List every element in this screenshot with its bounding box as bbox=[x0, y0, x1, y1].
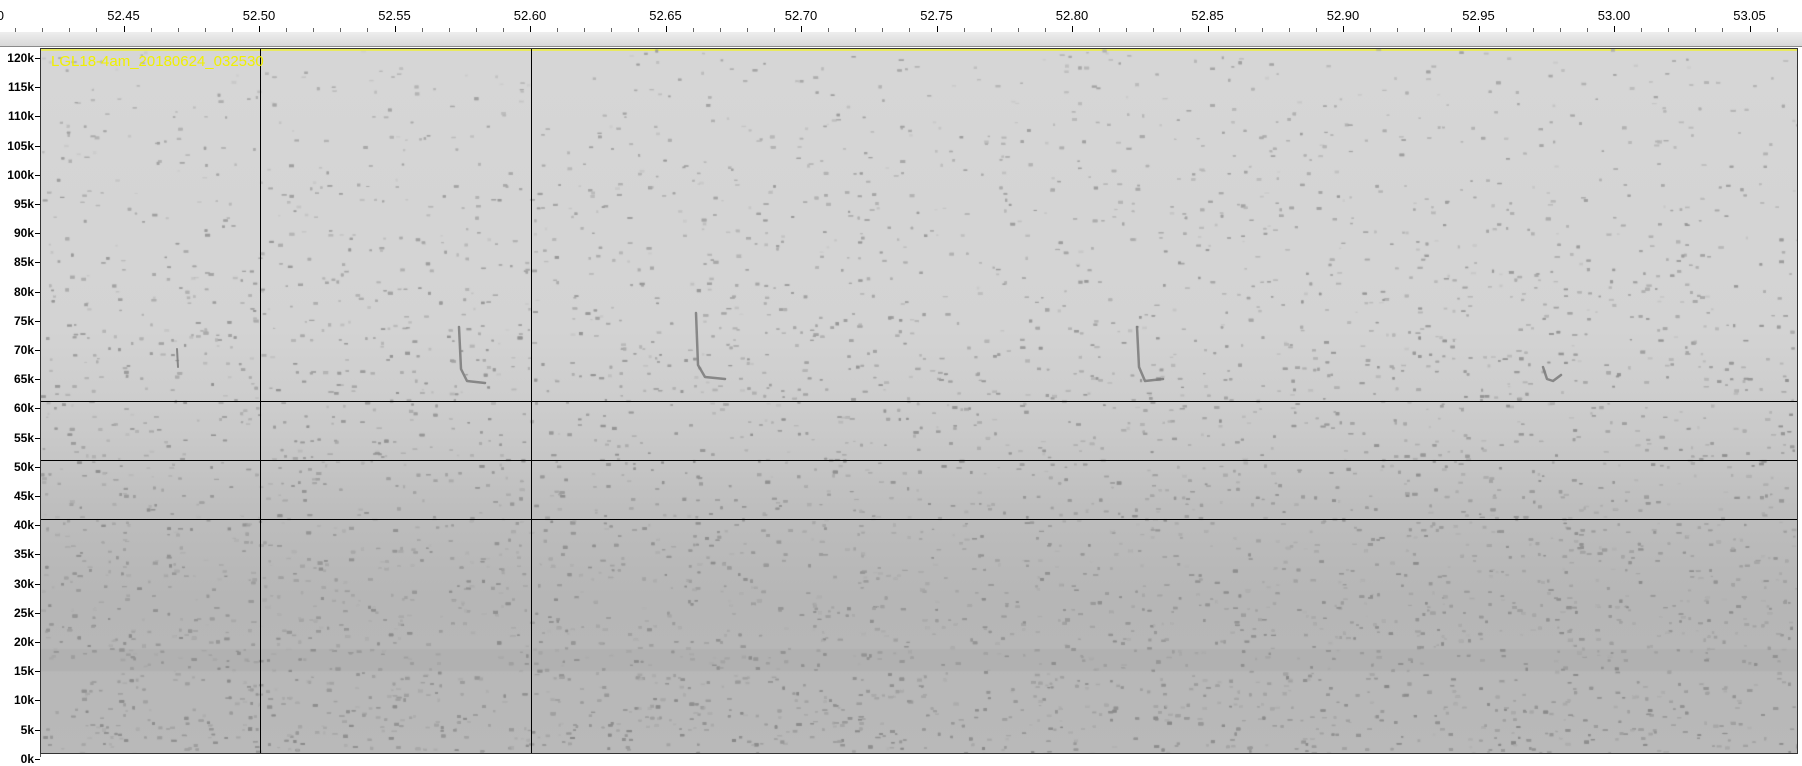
freq-tick bbox=[35, 758, 40, 760]
grid-line-60k bbox=[41, 401, 1797, 402]
freq-label: 5k bbox=[20, 722, 34, 737]
freq-label: 85k bbox=[13, 255, 34, 270]
bat-call-3 bbox=[694, 311, 727, 381]
time-label: 52.75 bbox=[920, 8, 953, 23]
time-label: 52.95 bbox=[1462, 8, 1495, 23]
freq-label: 105k bbox=[7, 138, 34, 153]
freq-label: 115k bbox=[7, 80, 34, 95]
freq-label: 20k bbox=[13, 635, 34, 649]
frequency-axis: 120k 115k 110k 105k 100k 95k 90k 85k 80k 75k 70k 65… bbox=[0, 48, 41, 766]
freq-label: 90k bbox=[13, 226, 34, 241]
time-label: 52.65 bbox=[649, 8, 682, 23]
spectrogram-view[interactable]: LGL18-4am_20180624_032530 bbox=[40, 48, 1798, 754]
time-label-partial: 0 bbox=[0, 8, 4, 23]
time-label: 53.00 bbox=[1597, 8, 1631, 23]
freq-label: 100k bbox=[7, 167, 34, 182]
bat-call-1 bbox=[176, 348, 179, 368]
freq-label: 95k bbox=[13, 197, 34, 211]
grid-line-40k bbox=[41, 519, 1797, 520]
time-label: 52.55 bbox=[378, 8, 411, 23]
freq-label: 75k bbox=[13, 313, 34, 328]
time-label: 52.85 bbox=[1191, 8, 1224, 23]
freq-label: 65k bbox=[13, 372, 34, 387]
selection-end-line[interactable] bbox=[531, 49, 532, 753]
selection-start-line[interactable] bbox=[260, 49, 261, 753]
freq-label: 30k bbox=[13, 576, 34, 591]
time-ruler[interactable]: 0 52.45 52.50 52.55 52.60 52.65 52.70 52.75 52.8… bbox=[0, 0, 1802, 33]
scrub-bar[interactable] bbox=[0, 32, 1802, 47]
freq-label: 70k bbox=[13, 343, 34, 357]
bat-call-2 bbox=[457, 325, 487, 385]
freq-label: 15k bbox=[13, 664, 34, 679]
freq-label: 40k bbox=[13, 518, 34, 533]
time-label: 52.45 bbox=[107, 8, 140, 23]
freq-label: 80k bbox=[13, 284, 34, 299]
freq-label: 45k bbox=[13, 489, 34, 503]
freq-label: 0k bbox=[20, 751, 34, 766]
freq-label: 55k bbox=[13, 430, 34, 445]
bat-call-5 bbox=[1541, 365, 1563, 383]
grid-line-50k bbox=[41, 460, 1797, 461]
freq-label: 50k bbox=[13, 459, 34, 474]
time-label: 52.70 bbox=[784, 8, 818, 23]
time-label: 53.05 bbox=[1733, 8, 1766, 23]
track-name-label: LGL18-4am_20180624_032530 bbox=[51, 53, 264, 70]
freq-label: 25k bbox=[13, 605, 34, 620]
freq-label: 120k bbox=[7, 51, 34, 65]
time-label: 52.60 bbox=[513, 8, 547, 23]
freq-label: 35k bbox=[13, 547, 34, 562]
bat-call-4 bbox=[1135, 325, 1165, 383]
freq-label: 110k bbox=[7, 109, 34, 124]
time-label: 52.80 bbox=[1055, 8, 1089, 23]
freq-label: 60k bbox=[13, 401, 34, 416]
time-label: 52.50 bbox=[242, 8, 276, 23]
freq-label: 10k bbox=[13, 693, 34, 708]
time-label: 52.90 bbox=[1326, 8, 1360, 23]
